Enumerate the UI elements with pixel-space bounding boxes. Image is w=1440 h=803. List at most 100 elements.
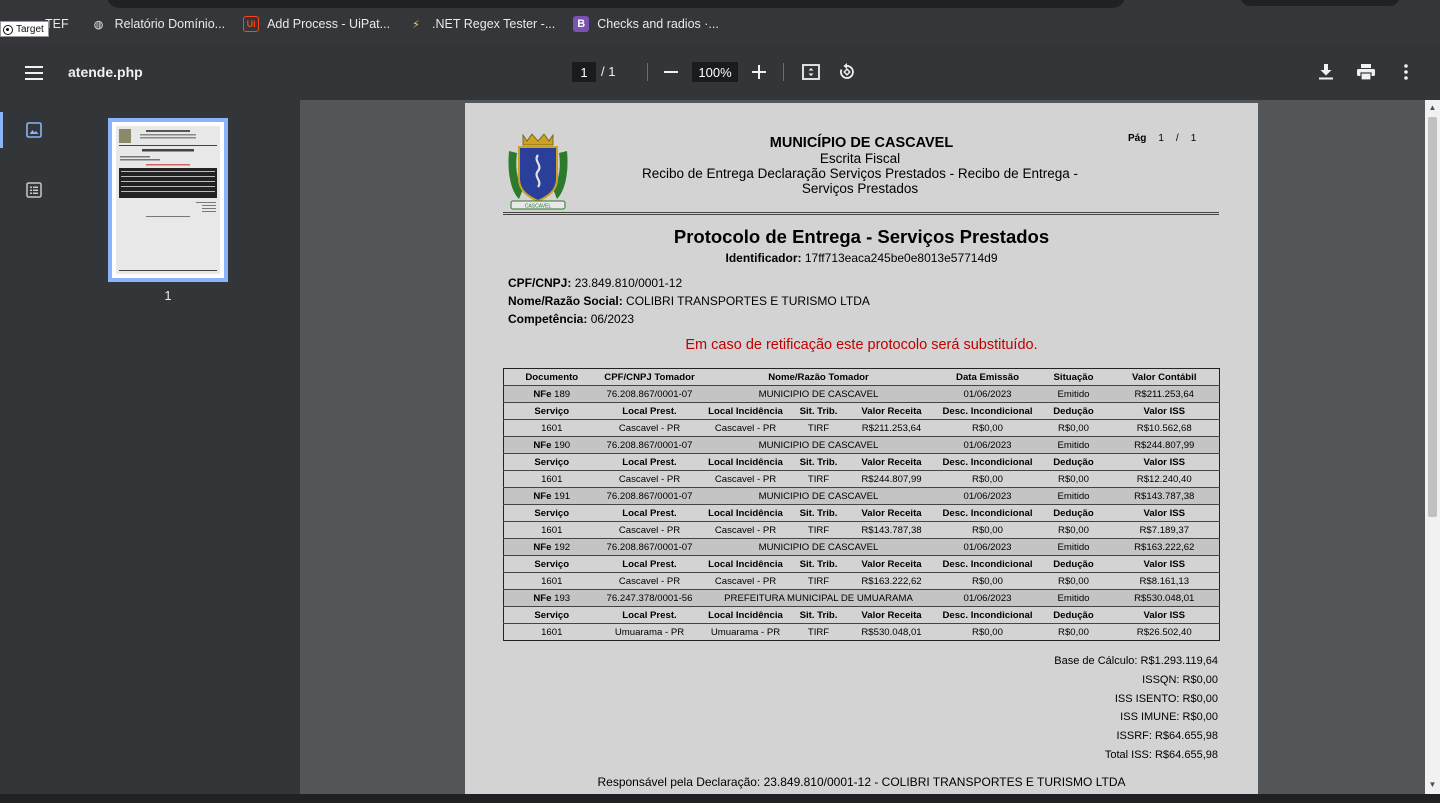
thumbnail-page-number: 1 <box>164 288 172 303</box>
table-cell: Data Emissão <box>956 371 1019 383</box>
zoom-input[interactable]: 100% <box>692 62 738 82</box>
rotate-button[interactable] <box>836 61 858 83</box>
table-cell: Local Prest. <box>622 609 677 621</box>
table-cell: MUNICIPIO DE CASCAVEL <box>699 487 938 505</box>
outline-view-button[interactable] <box>22 178 46 202</box>
table-cell: Local Prest. <box>622 405 677 417</box>
table-row: 1601 Cascavel - PR Cascavel - PR TIRF R$244.… <box>503 470 1220 488</box>
window-bottom-edge <box>0 794 1440 803</box>
table-cell: Serviço <box>534 558 570 570</box>
scroll-down-arrow-icon[interactable]: ▼ <box>1427 780 1438 790</box>
table-cell: 1601 <box>503 572 600 590</box>
table-cell: 1601 <box>503 419 600 437</box>
bookmarks-bar: TEF ◍ Relatório Domínio... Ui Add Process - … <box>0 0 1440 46</box>
page-thumbnail[interactable] <box>108 118 228 282</box>
table-row: NFe 191 76.208.867/0001-07 MUNICIPIO DE CA… <box>503 487 1220 505</box>
table-subheader-row: Serviço Local Prest. Local Incidência Sit. … <box>504 556 1220 573</box>
total-line: ISS IMUNE: R$0,00 <box>1120 711 1218 724</box>
download-button[interactable] <box>1315 61 1337 83</box>
total-line: Base de Cálculo: R$1.293.119,64 <box>1054 655 1218 667</box>
table-cell: Serviço <box>534 456 570 468</box>
table-cell: Valor ISS <box>1143 558 1186 570</box>
table-cell: NFe 190 <box>503 436 600 454</box>
table-cell: Umuarama - PR <box>699 623 792 641</box>
table-cell: Sit. Trib. <box>799 609 838 621</box>
active-indicator <box>0 112 3 148</box>
table-cell: Desc. Incondicional <box>942 405 1033 417</box>
bookmark-item[interactable]: B Checks and radios ·... <box>573 16 719 32</box>
header-report-line2: Serviços Prestados <box>801 181 919 196</box>
address-bar-fragment[interactable] <box>106 0 1126 8</box>
table-cell: Local Prest. <box>622 456 677 468</box>
total-line: ISS ISENTO: R$0,00 <box>1114 692 1218 705</box>
table-cell: Cascavel - PR <box>699 419 792 437</box>
table-cell: Sit. Trib. <box>799 507 838 519</box>
table-cell: R$0,00 <box>1037 419 1110 437</box>
table-cell: Dedução <box>1053 405 1094 417</box>
zoom-in-button[interactable] <box>748 61 770 83</box>
bookmark-item[interactable]: ⚡ .NET Regex Tester -... <box>408 16 555 32</box>
table-cell: Valor Receita <box>861 558 922 570</box>
table-cell: R$143.787,38 <box>845 521 938 539</box>
page-number-input[interactable]: 1 <box>572 62 596 82</box>
print-button[interactable] <box>1355 61 1377 83</box>
table-cell: Dedução <box>1053 609 1094 621</box>
services-table: Documento CPF/CNPJ Tomador Nome/Razão Toma… <box>503 368 1220 641</box>
table-cell: PREFEITURA MUNICIPAL DE UMUARAMA <box>699 589 938 607</box>
table-cell: Cascavel - PR <box>599 470 700 488</box>
scroll-thumb[interactable] <box>1428 117 1437 517</box>
table-cell: TIRF <box>791 623 846 641</box>
zoom-out-button[interactable] <box>660 61 682 83</box>
bookmark-item[interactable]: Ui Add Process - UiPat... <box>243 16 390 32</box>
table-cell: Emitido <box>1037 385 1110 403</box>
more-options-button[interactable] <box>1395 61 1417 83</box>
table-cell: 76.208.867/0001-07 <box>599 487 700 505</box>
rectification-warning: Em caso de retificação este protocolo se… <box>685 337 1038 353</box>
table-cell: R$7.189,37 <box>1109 521 1220 539</box>
pdf-viewer[interactable]: CASCAVEL MUNICÍPIO DE CASCAVEL Escrita F… <box>300 100 1425 794</box>
print-icon <box>1357 64 1375 80</box>
table-cell: Emitido <box>1037 436 1110 454</box>
table-cell: Sit. Trib. <box>799 456 838 468</box>
profile-area-fragment[interactable] <box>1240 0 1400 6</box>
table-cell: Valor Receita <box>861 609 922 621</box>
bookmark-item[interactable]: ◍ Relatório Domínio... <box>91 16 225 32</box>
table-cell: Emitido <box>1037 538 1110 556</box>
pdf-toolbar: atende.php 1 / 1 100% <box>0 46 1440 100</box>
target-tooltip: Target <box>0 21 49 37</box>
table-cell: CPF/CNPJ Tomador <box>604 371 695 383</box>
table-cell: Valor ISS <box>1143 507 1186 519</box>
vertical-scrollbar[interactable]: ▲ ▼ <box>1425 100 1440 794</box>
table-cell: R$211.253,64 <box>845 419 938 437</box>
download-icon <box>1319 64 1333 80</box>
menu-button[interactable] <box>22 61 46 85</box>
table-cell: NFe 192 <box>503 538 600 556</box>
table-cell: MUNICIPIO DE CASCAVEL <box>699 538 938 556</box>
table-cell: Desc. Incondicional <box>942 609 1033 621</box>
table-cell: R$0,00 <box>1037 521 1110 539</box>
table-cell: Sit. Trib. <box>799 558 838 570</box>
pdf-page: CASCAVEL MUNICÍPIO DE CASCAVEL Escrita F… <box>465 103 1258 794</box>
scroll-up-arrow-icon[interactable]: ▲ <box>1427 103 1438 113</box>
thumbnails-view-button[interactable] <box>22 118 46 142</box>
table-cell: 76.208.867/0001-07 <box>599 385 700 403</box>
table-cell: 01/06/2023 <box>937 385 1038 403</box>
globe-icon: ◍ <box>93 18 104 31</box>
table-cell: Cascavel - PR <box>599 419 700 437</box>
crest-banner-text: CASCAVEL <box>525 204 552 210</box>
table-cell: Local Incidência <box>708 507 783 519</box>
total-line: Total ISS: R$64.655,98 <box>1104 749 1218 761</box>
table-cell: Valor Receita <box>861 405 922 417</box>
cpf-info: CPF/CNPJ: 23.849.810/0001-12 <box>508 276 683 290</box>
total-line: ISSRF: R$64.655,98 <box>1116 730 1218 743</box>
table-cell: R$10.562,68 <box>1109 419 1220 437</box>
table-cell: 01/06/2023 <box>937 538 1038 556</box>
table-subheader-row: Serviço Local Prest. Local Incidência Sit. … <box>504 454 1220 471</box>
fit-page-button[interactable] <box>800 61 822 83</box>
table-cell: R$0,00 <box>937 572 1038 590</box>
table-cell: Valor ISS <box>1143 609 1186 621</box>
table-cell: 1601 <box>503 623 600 641</box>
table-cell: R$244.807,99 <box>1109 436 1220 454</box>
table-row: 1601 Umuarama - PR Umuarama - PR TIRF R$530.… <box>503 623 1220 641</box>
table-cell: R$163.222,62 <box>845 572 938 590</box>
